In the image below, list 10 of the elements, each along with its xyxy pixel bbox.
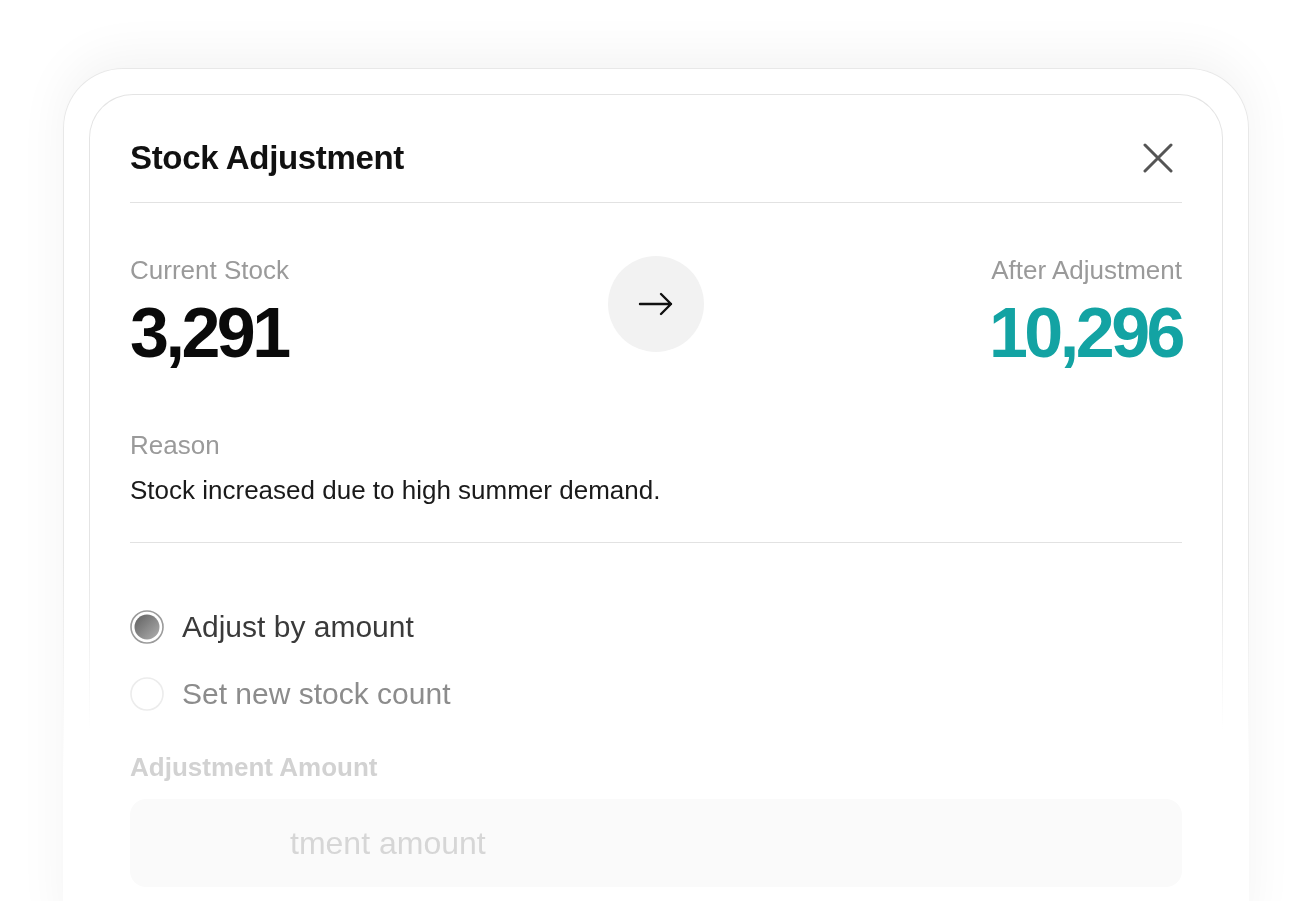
- dialog-title: Stock Adjustment: [130, 140, 405, 176]
- stock-label: Current Stock: [130, 256, 289, 284]
- reason-text: Stock increased due to high summer demand.: [130, 476, 661, 504]
- radio-icon[interactable]: [130, 610, 164, 644]
- close-icon: [1143, 143, 1173, 173]
- stock-value: 3,291: [130, 298, 288, 368]
- reason-label: Reason: [130, 431, 220, 459]
- radio-option[interactable]: Adjust by amount: [130, 609, 414, 645]
- stock-label: After Adjustment: [991, 256, 1182, 284]
- adjusted-stock-value: 10,296: [988, 298, 1182, 368]
